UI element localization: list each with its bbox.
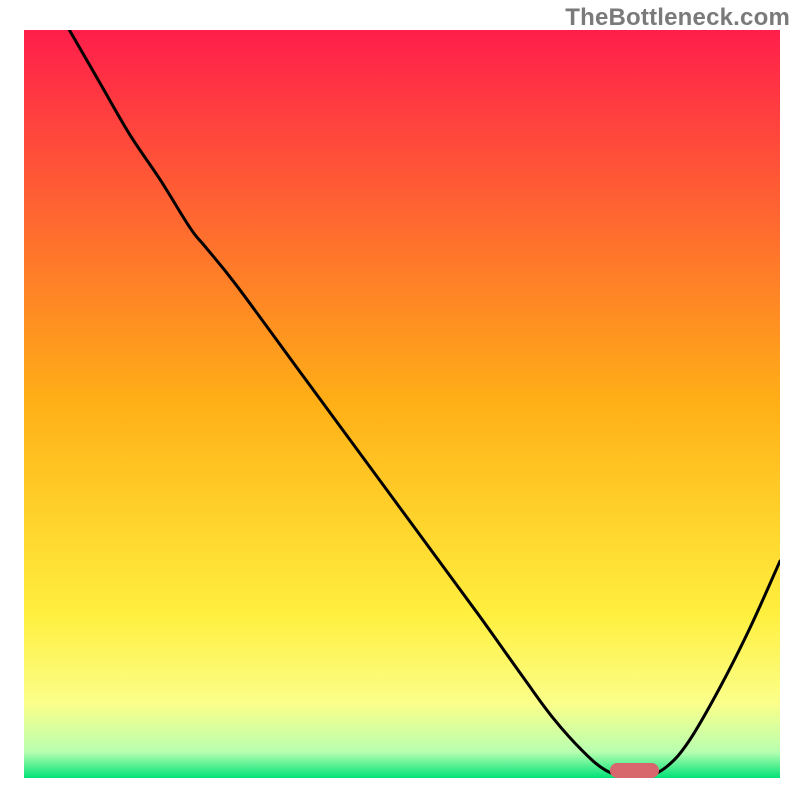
chart-background xyxy=(24,30,780,778)
chart-svg xyxy=(24,30,780,778)
chart-plot xyxy=(24,30,780,778)
chart-frame: TheBottleneck.com xyxy=(0,0,800,800)
watermark-text: TheBottleneck.com xyxy=(565,4,790,32)
series-marker xyxy=(610,763,659,778)
